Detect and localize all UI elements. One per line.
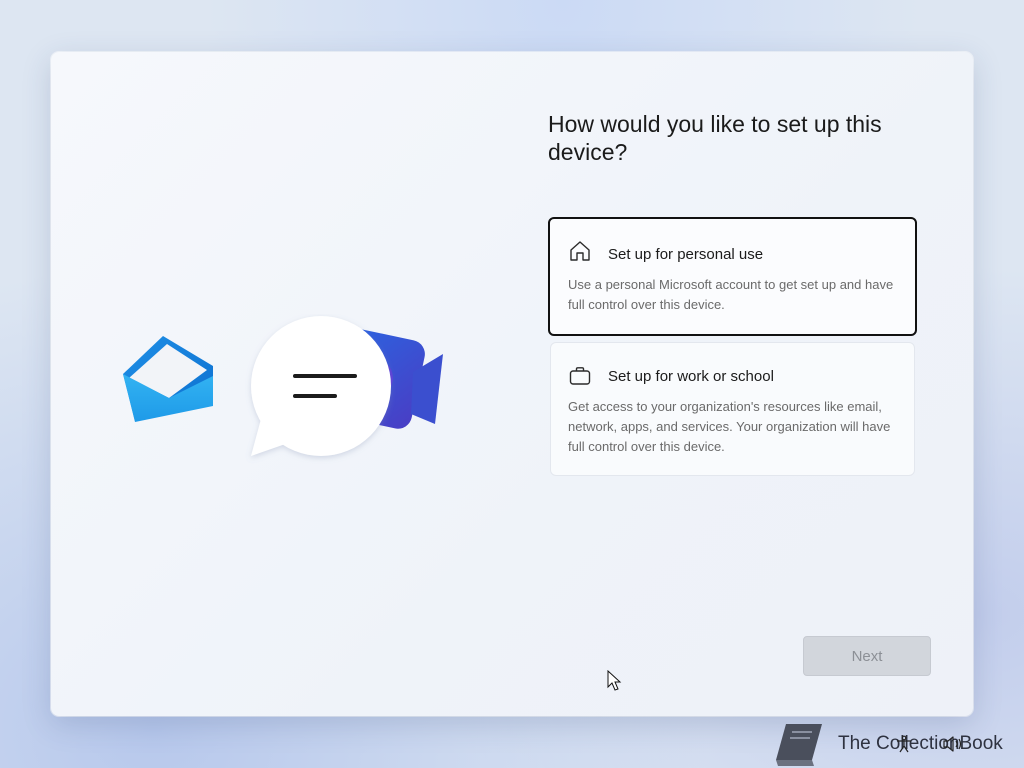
option-work-or-school[interactable]: Set up for work or school Get access to … [550,342,915,476]
book-icon [776,724,822,766]
option-description: Get access to your organization's resour… [568,399,891,454]
next-button[interactable]: Next [803,636,931,676]
home-icon [570,241,590,261]
option-title: Set up for personal use [608,246,764,263]
watermark-text: The CollectionBook [838,733,1003,754]
accessibility-icon[interactable] [895,735,913,753]
option-title: Set up for work or school [608,368,774,385]
briefcase-icon [569,367,591,385]
page-title: How would you like to set up this device… [548,111,882,165]
oobe-window: How would you like to set up this device… [51,52,973,716]
mouse-cursor-icon [607,670,622,691]
mail-icon [123,336,213,422]
setup-illustration [123,316,443,456]
chat-bubble-icon [251,316,391,456]
volume-icon[interactable] [942,735,964,753]
option-description: Use a personal Microsoft account to get … [568,277,894,312]
option-personal-use[interactable]: Set up for personal use Use a personal M… [548,217,917,336]
watermark: The CollectionBook [772,718,1012,768]
